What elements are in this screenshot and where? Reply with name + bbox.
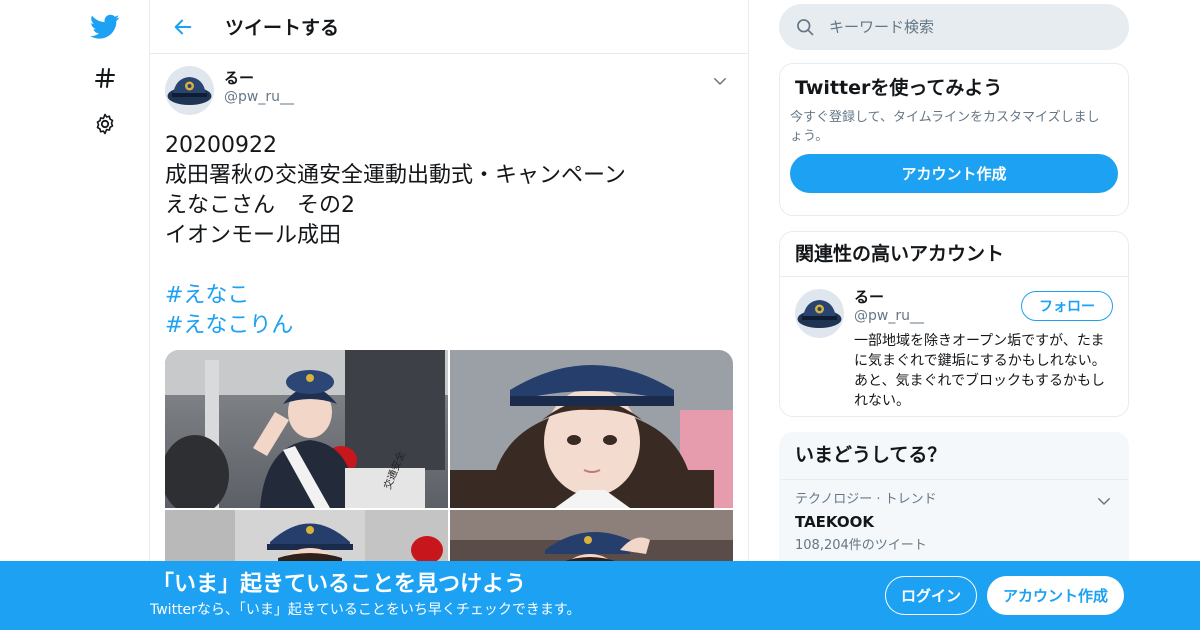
tweet-author: るー @pw_ru__ <box>165 66 733 118</box>
related-accounts-header: 関連性の高いアカウント <box>780 232 1128 277</box>
main-column: ツイートする るー @pw_ru__ 20200922 成田署秋の交通安全運動出… <box>149 0 749 630</box>
related-accounts-card: 関連性の高いアカウント るー @pw_ru__ フォロー 一部地域を除きオープン… <box>779 231 1129 417</box>
tweet-photo-2[interactable] <box>450 350 733 508</box>
create-account-button[interactable]: アカウント作成 <box>790 154 1118 193</box>
media-grid: 交通安全 <box>165 350 733 590</box>
signup-card-description: 今すぐ登録して、タイムラインをカスタマイズしましょう。 <box>790 110 1100 144</box>
tweet-text-line: 20200922 <box>165 133 277 158</box>
trend-count: 108,204件のツイート <box>795 538 927 553</box>
trends-card: いまどうしてる？ テクノロジー · トレンド TAEKOOK 108,204件の… <box>779 432 1129 572</box>
tweet-text-line: イオンモール成田 <box>165 223 342 248</box>
banner-create-account-button[interactable]: アカウント作成 <box>987 576 1124 615</box>
login-button[interactable]: ログイン <box>885 576 977 615</box>
tweet-photo-1[interactable]: 交通安全 <box>165 350 448 508</box>
trends-title: いまどうしてる？ <box>795 444 947 466</box>
main-header: ツイートする <box>150 0 748 54</box>
hashtag-icon[interactable] <box>90 63 120 93</box>
avatar[interactable] <box>795 289 844 338</box>
signup-banner: 「いま」起きていることを見つけよう Twitterなら、「いま」起きていることを… <box>0 561 1200 630</box>
chevron-down-icon[interactable] <box>1095 492 1113 510</box>
signup-card-title: Twitterを使ってみよう <box>795 77 1003 99</box>
avatar[interactable] <box>165 66 214 115</box>
related-account-item[interactable]: るー @pw_ru__ フォロー 一部地域を除きオープン垢ですが、たまに気まぐれ… <box>780 277 1128 416</box>
twitter-logo-icon[interactable] <box>90 12 120 42</box>
author-name[interactable]: るー <box>224 68 294 88</box>
chevron-down-icon[interactable] <box>711 72 729 90</box>
author-names: るー @pw_ru__ <box>224 68 294 106</box>
page-title: ツイートする <box>225 17 340 39</box>
follow-button[interactable]: フォロー <box>1021 291 1113 321</box>
signup-card: Twitterを使ってみよう 今すぐ登録して、タイムラインをカスタマイズしましょ… <box>779 63 1129 216</box>
search-icon <box>795 17 815 37</box>
tweet: るー @pw_ru__ 20200922 成田署秋の交通安全運動出動式・キャンペ… <box>150 54 748 590</box>
related-account-bio: 一部地域を除きオープン垢ですが、たまに気まぐれで鍵垢にするかもしれない。 あと、… <box>854 333 1106 409</box>
tweet-text-line <box>165 251 733 281</box>
author-handle: @pw_ru__ <box>224 89 294 105</box>
hashtag-link[interactable]: #えなこりん <box>165 311 733 341</box>
settings-icon[interactable] <box>90 109 120 139</box>
banner-title: 「いま」起きていることを見つけよう <box>152 572 527 597</box>
tweet-text: 20200922 成田署秋の交通安全運動出動式・キャンペーン えなこさん その2… <box>165 131 733 341</box>
back-arrow-icon[interactable] <box>168 12 198 42</box>
tweet-text-line: 成田署秋の交通安全運動出動式・キャンペーン <box>165 163 626 188</box>
banner-subtitle: Twitterなら、「いま」起きていることをいち早くチェックできます。 <box>150 602 581 618</box>
trend-name: TAEKOOK <box>795 513 874 531</box>
trend-item[interactable]: テクノロジー · トレンド TAEKOOK 108,204件のツイート <box>780 479 1128 554</box>
search-bar[interactable] <box>779 4 1129 50</box>
tweet-text-line: えなこさん その2 <box>165 193 355 218</box>
search-input[interactable] <box>829 18 1109 36</box>
related-accounts-title: 関連性の高いアカウント <box>795 243 1005 265</box>
trend-meta: テクノロジー · トレンド <box>795 492 937 507</box>
left-nav <box>0 0 150 630</box>
hashtag-link[interactable]: #えなこ <box>165 281 733 311</box>
trends-header: いまどうしてる？ <box>780 433 1128 479</box>
